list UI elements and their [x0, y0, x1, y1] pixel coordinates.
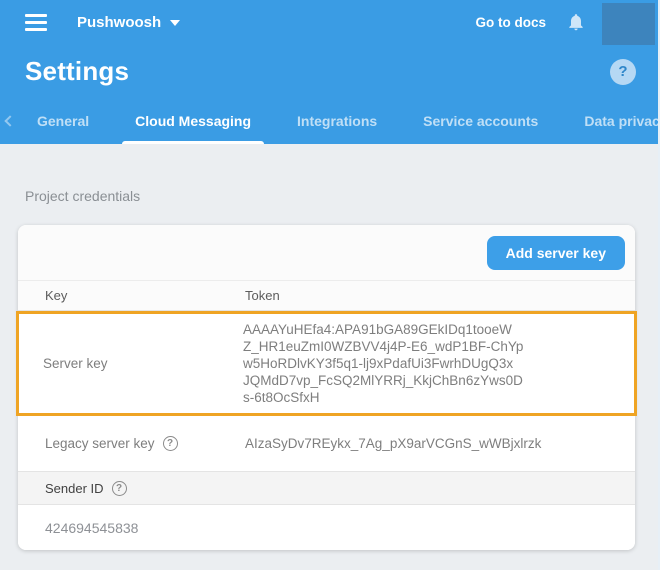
- table-header-row: Key Token: [18, 281, 635, 311]
- tab-general[interactable]: General: [27, 97, 99, 144]
- app-header: Pushwoosh Go to docs Settings ? General …: [0, 0, 658, 144]
- legacy-server-key-help-icon[interactable]: ?: [162, 436, 178, 451]
- tab-integrations[interactable]: Integrations: [287, 97, 387, 144]
- legacy-server-key-row: Legacy server key ? AIzaSyDv7REykx_7Ag_p…: [18, 416, 635, 472]
- card-toolbar: Add server key: [18, 225, 635, 281]
- sender-id-help-icon[interactable]: ?: [111, 480, 127, 496]
- sender-id-header-row: Sender ID ?: [18, 472, 635, 505]
- chevron-down-icon: [170, 20, 181, 26]
- project-name: Pushwoosh: [77, 13, 162, 31]
- token-line: Z_HR1euZmI0WZBVV4j4P-E6_wdP1BF-ChYp: [243, 339, 524, 354]
- legacy-server-key-label: Legacy server key: [45, 436, 155, 451]
- server-key-label: Server key: [43, 356, 108, 371]
- server-key-token: AAAAYuHEfa4:APA91bGA89GEkIDq1tooeW Z_HR1…: [243, 321, 548, 406]
- add-server-key-button[interactable]: Add server key: [486, 236, 625, 270]
- server-key-highlight-box: Server key AAAAYuHEfa4:APA91bGA89GEkIDq1…: [16, 311, 637, 416]
- legacy-server-key-value: AIzaSyDv7REykx_7Ag_pX9arVCGnS_wWBjxlrzk: [245, 436, 542, 451]
- section-title: Project credentials: [25, 188, 141, 204]
- title-row: Settings ?: [0, 44, 658, 97]
- token-line: s-6t8OcSfxH: [243, 390, 320, 405]
- notifications-bell-icon[interactable]: [566, 11, 586, 33]
- column-header-key: Key: [45, 288, 68, 303]
- tabs-scroll-left-button[interactable]: [4, 97, 16, 144]
- token-line: JQMdD7vp_FcSQ2MlYRRj_KkjChBn6zYws0D: [243, 373, 523, 388]
- tab-data-privacy[interactable]: Data privacy: [574, 97, 658, 144]
- go-to-docs-link[interactable]: Go to docs: [476, 15, 547, 30]
- avatar[interactable]: [602, 3, 655, 45]
- project-credentials-card: Add server key Key Token Server key AAAA…: [16, 225, 637, 550]
- token-line: w5HoRDlvKY3f5q1-lj9xPdafUi3FwrhDUgQ3x: [243, 356, 514, 371]
- column-header-token: Token: [245, 288, 280, 303]
- sender-id-label: Sender ID: [45, 480, 104, 496]
- project-selector[interactable]: Pushwoosh: [77, 13, 181, 31]
- chevron-left-icon: [4, 114, 16, 127]
- sender-id-value: 424694545838: [45, 519, 139, 536]
- help-icon[interactable]: ?: [610, 58, 636, 85]
- tab-service-accounts[interactable]: Service accounts: [413, 97, 548, 144]
- server-key-row: Server key AAAAYuHEfa4:APA91bGA89GEkIDq1…: [19, 314, 634, 413]
- token-line: AAAAYuHEfa4:APA91bGA89GEkIDq1tooeW: [243, 322, 512, 337]
- topbar: Pushwoosh Go to docs: [0, 0, 658, 45]
- sender-id-value-row: 424694545838: [18, 505, 635, 550]
- legacy-server-key-label-cell: Legacy server key ?: [18, 436, 245, 451]
- settings-page: Pushwoosh Go to docs Settings ? General …: [0, 0, 660, 570]
- hamburger-menu-icon[interactable]: [25, 13, 47, 31]
- tab-cloud-messaging[interactable]: Cloud Messaging: [122, 97, 264, 144]
- page-title: Settings: [25, 56, 130, 86]
- tab-bar: General Cloud Messaging Integrations Ser…: [0, 97, 658, 144]
- content-area: Project credentials Add server key Key T…: [0, 144, 658, 550]
